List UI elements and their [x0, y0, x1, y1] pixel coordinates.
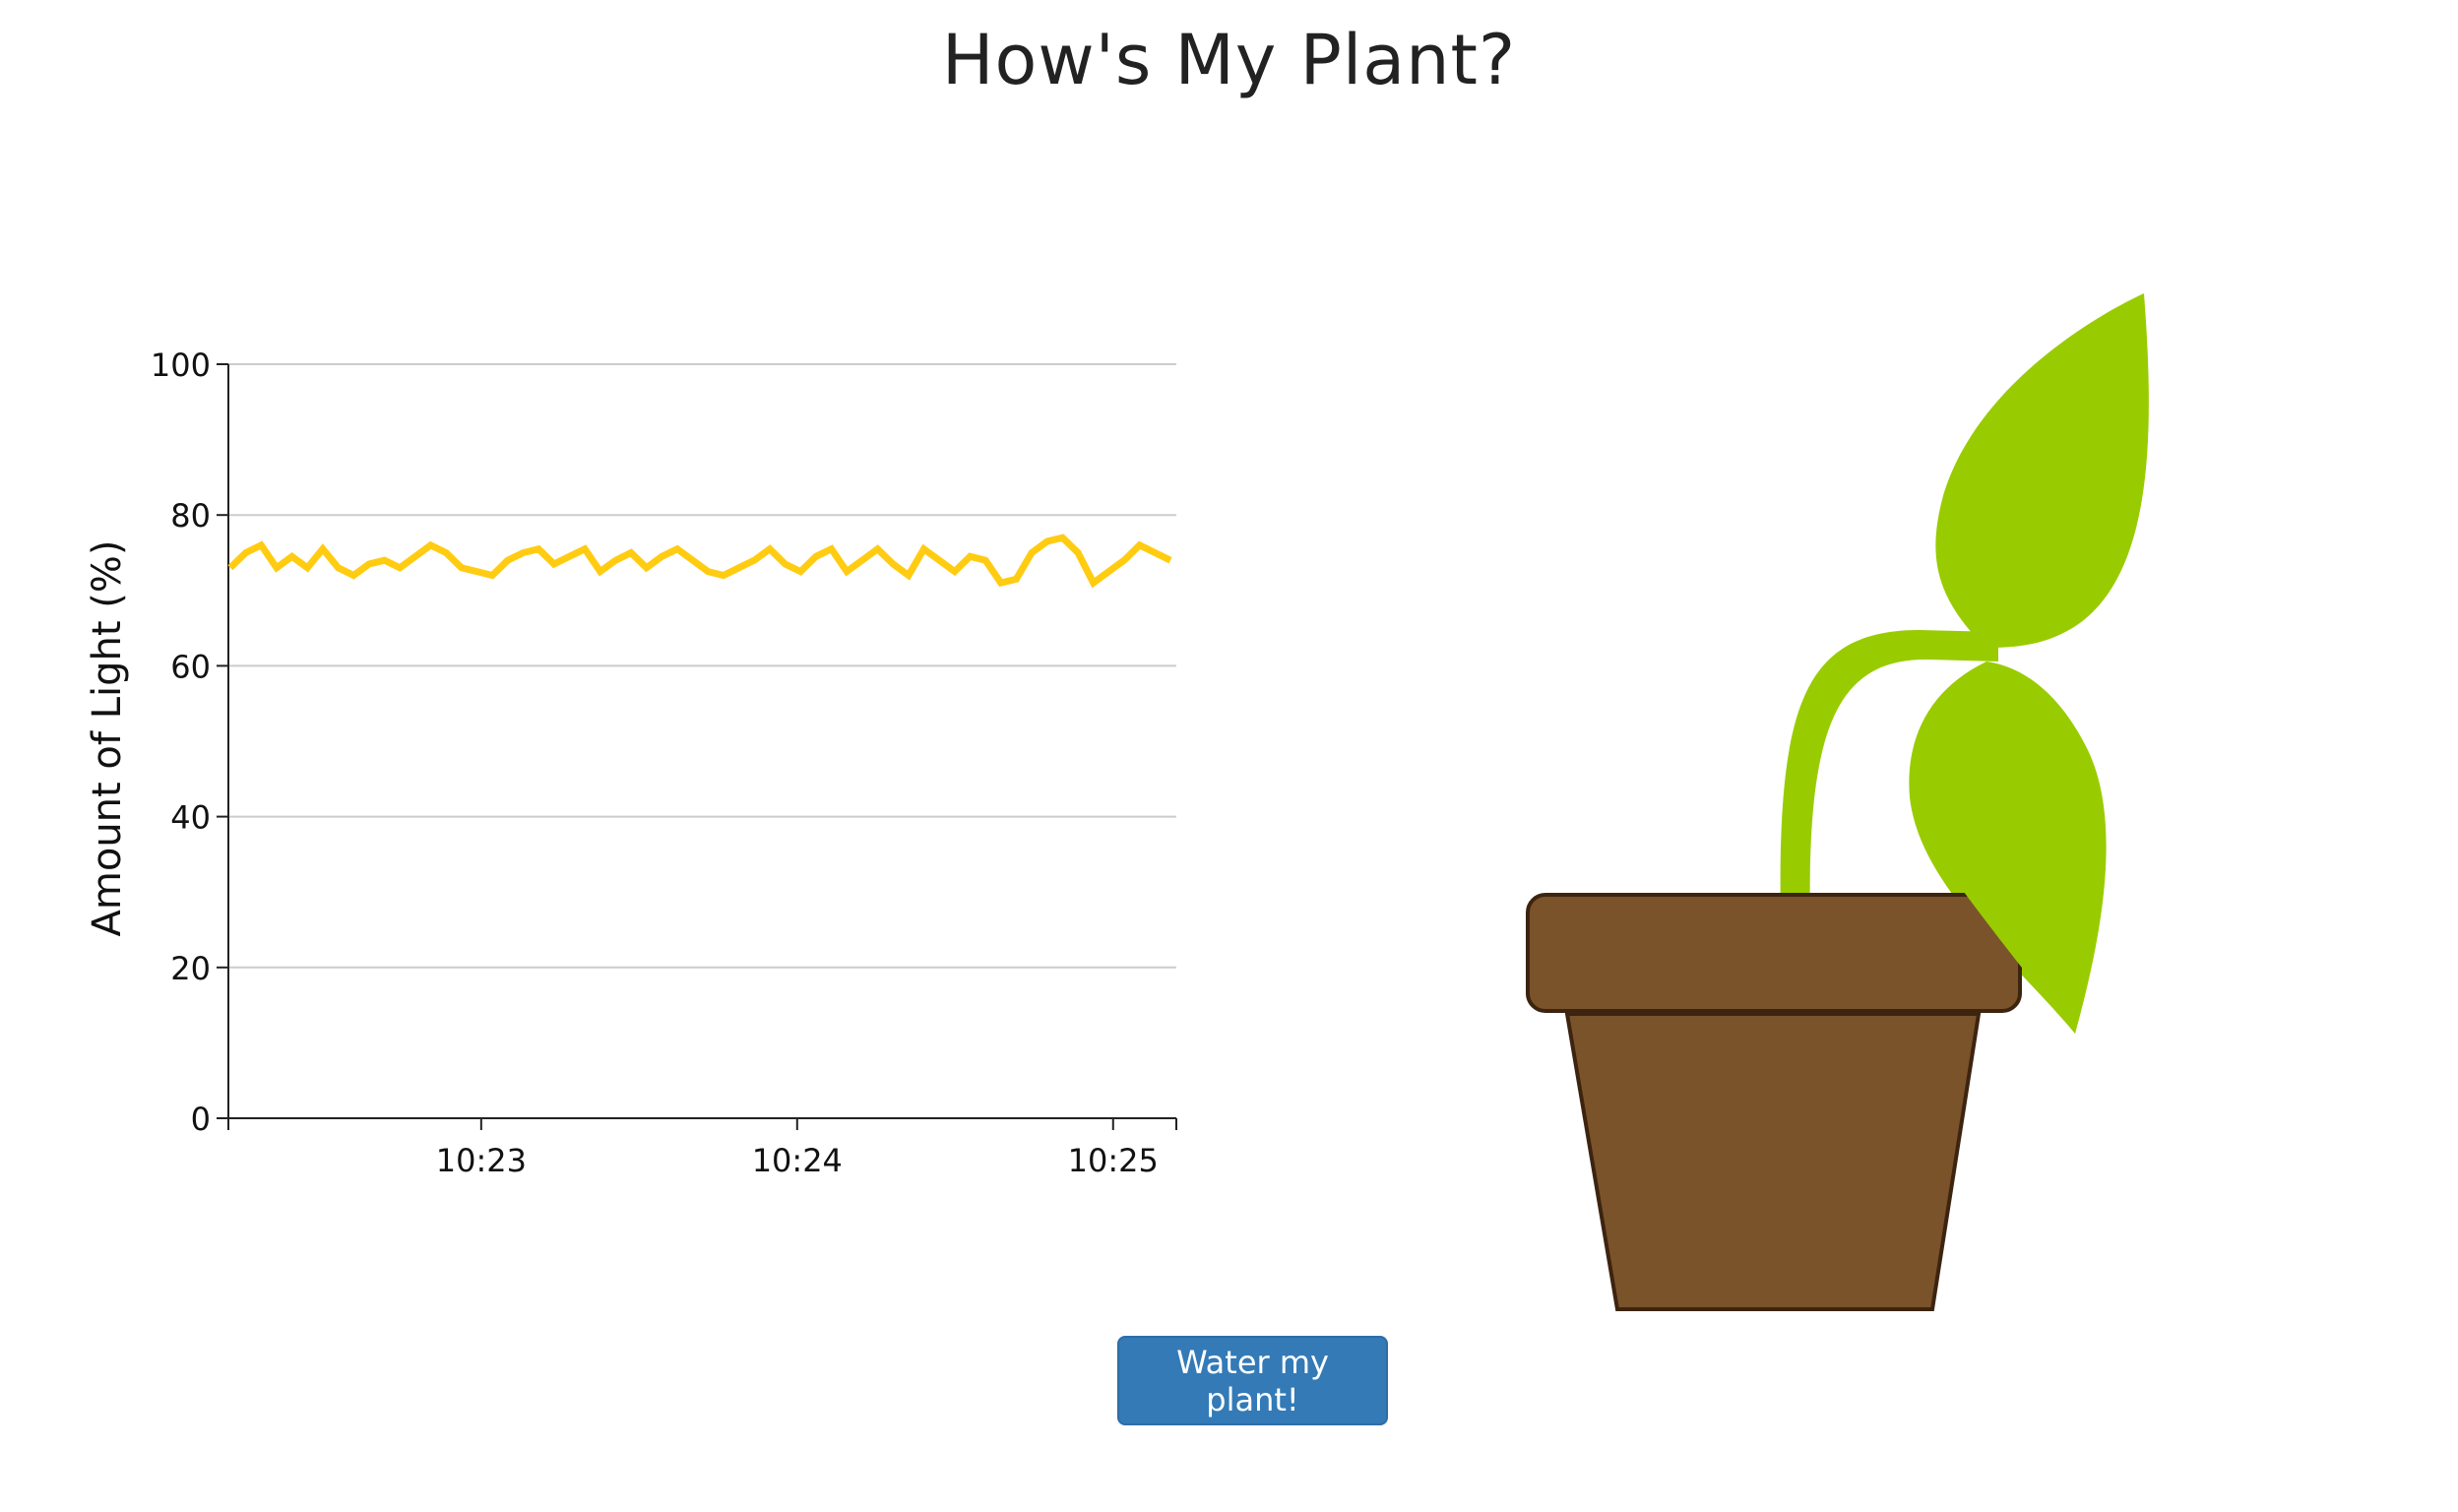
y-tick-label: 60	[170, 648, 211, 685]
x-tick-label: 10:23	[436, 1142, 527, 1179]
plant-illustration	[1526, 293, 2149, 1311]
light-chart: 0 20 40 60 80 100 10:23 10:24 10:25 Amount of Li…	[85, 346, 1177, 1179]
y-tick-label: 20	[170, 950, 211, 987]
page: How's My Plant? 0 20 40 60 80 100 10:23 10:24 10…	[0, 0, 2458, 1512]
light-series-line	[227, 534, 1172, 589]
pot-rim	[1526, 893, 2022, 1013]
y-tick-label: 80	[170, 497, 211, 535]
page-title: How's My Plant?	[941, 20, 1517, 100]
upper-leaf	[1935, 293, 2149, 648]
chart-tick-labels: 0 20 40 60 80 100 10:23 10:24 10:25	[151, 346, 1159, 1179]
y-tick-label: 100	[151, 346, 211, 384]
water-plant-button[interactable]: Water my plant!	[1117, 1336, 1388, 1425]
chart-series	[227, 534, 1172, 589]
pot-body	[1564, 1012, 1982, 1311]
x-tick-label: 10:25	[1068, 1142, 1159, 1179]
y-tick-label: 40	[170, 799, 211, 837]
chart-gridlines	[228, 363, 1176, 969]
y-axis-label: Amount of Light (%)	[85, 540, 130, 937]
x-tick-label: 10:24	[752, 1142, 843, 1179]
chart-axes	[217, 363, 1177, 1130]
y-tick-label: 0	[191, 1101, 211, 1138]
